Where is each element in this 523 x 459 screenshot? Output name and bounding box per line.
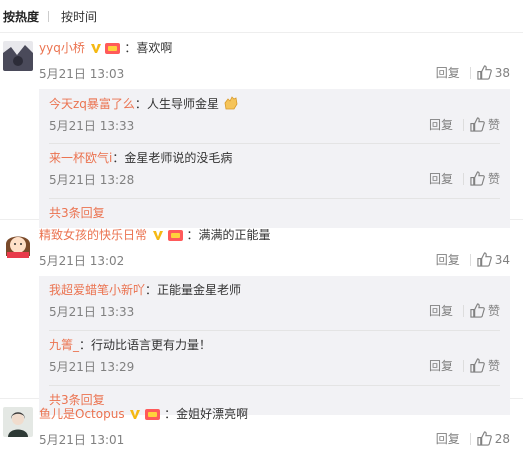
- like-count: 28: [494, 432, 510, 446]
- comment-time: 5月21日 13:01: [39, 433, 125, 447]
- reply-item: 今天zq暴富了么：人生导师金星 5月21日 13:33 回复 赞: [49, 89, 500, 144]
- reply-text: 行动比语言更有力量！: [91, 338, 212, 352]
- reply-list: 我超爱蜡笔小新吖：正能量金星老师 5月21日 13:33 回复 赞 九箐_：行动…: [39, 276, 510, 415]
- comment-text: 满满的正能量: [198, 228, 271, 242]
- reply-time: 5月21日 13:33: [49, 305, 135, 319]
- comment-username[interactable]: 鱼儿是Octopus: [39, 407, 125, 421]
- colon: ：: [164, 407, 177, 421]
- sort-divider: [48, 10, 50, 22]
- reply-time: 5月21日 13:33: [49, 119, 135, 133]
- sort-bar: 按热度 按时间: [0, 0, 523, 33]
- avatar[interactable]: [3, 228, 33, 258]
- comment-text: 金姐好漂亮啊: [176, 407, 249, 421]
- comment-username[interactable]: yyq小桥: [39, 41, 85, 55]
- like-button[interactable]: 赞: [470, 302, 500, 319]
- comment-time: 5月21日 13:02: [39, 254, 125, 268]
- reply-text: 正能量金星老师: [157, 283, 242, 297]
- avatar[interactable]: [3, 407, 33, 437]
- like-button[interactable]: 赞: [470, 116, 500, 133]
- comment-line: yyq小桥 ：喜欢啊: [39, 40, 523, 56]
- thumbs-up-icon: [470, 117, 485, 132]
- comment-meta: 5月21日 13:03 回复 38: [39, 64, 510, 82]
- colon: ：: [186, 228, 199, 242]
- reply-time: 5月21日 13:29: [49, 360, 135, 374]
- colon: ：: [112, 151, 125, 165]
- reply-item: 九箐_：行动比语言更有力量！ 5月21日 13:29 回复 赞: [49, 331, 500, 386]
- avatar[interactable]: [3, 41, 33, 71]
- clapping-hands-icon: [224, 96, 238, 110]
- like-label: 赞: [487, 359, 500, 373]
- colon: ：: [134, 97, 147, 111]
- action-divider: [469, 432, 471, 445]
- comment-page: 按热度 按时间 yyq小桥 ：喜欢啊 5月21日 13:03 回复 38 今天z…: [0, 0, 523, 447]
- reply-text: 人生导师金星: [146, 97, 219, 111]
- thumbs-up-icon: [470, 303, 485, 318]
- comment-item: 鱼儿是Octopus ：金姐好漂亮啊 5月21日 13:01 回复 28: [0, 399, 523, 459]
- action-divider: [469, 66, 471, 79]
- comment-time: 5月21日 13:03: [39, 67, 125, 81]
- reply-username[interactable]: 九箐_: [49, 338, 79, 352]
- colon: ：: [124, 41, 137, 55]
- reply-username[interactable]: 我超爱蜡笔小新吖: [49, 283, 145, 297]
- colon: ：: [145, 283, 158, 297]
- comment-item: 精致女孩的快乐日常 ：满满的正能量 5月21日 13:02 回复 34 我超爱蜡…: [0, 220, 523, 415]
- reply-item: 我超爱蜡笔小新吖：正能量金星老师 5月21日 13:33 回复 赞: [49, 276, 500, 331]
- thumbs-up-icon: [470, 358, 485, 373]
- reply-button[interactable]: 回复: [436, 64, 460, 81]
- like-button[interactable]: 赞: [470, 357, 500, 374]
- like-count: 34: [494, 253, 510, 267]
- thumbs-up-icon: [470, 171, 485, 186]
- reply-button[interactable]: 回复: [436, 430, 460, 447]
- like-button[interactable]: 28: [477, 431, 510, 446]
- verified-badge-icon: [130, 410, 141, 419]
- reply-username[interactable]: 今天zq暴富了么: [49, 97, 135, 111]
- thumbs-up-icon: [477, 431, 492, 446]
- thumbs-up-icon: [477, 65, 492, 80]
- reply-button[interactable]: 回复: [429, 357, 453, 374]
- like-count: 38: [494, 66, 510, 80]
- member-badge-icon: [105, 43, 121, 54]
- member-badge-icon: [145, 409, 161, 420]
- like-button[interactable]: 38: [477, 65, 510, 80]
- sort-by-time-tab[interactable]: 按时间: [61, 8, 97, 25]
- verified-badge-icon: [90, 44, 101, 53]
- action-divider: [462, 172, 464, 185]
- reply-button[interactable]: 回复: [429, 302, 453, 319]
- action-divider: [462, 359, 464, 372]
- like-button[interactable]: 赞: [470, 170, 500, 187]
- member-badge-icon: [167, 230, 183, 241]
- reply-time: 5月21日 13:28: [49, 173, 135, 187]
- reply-username[interactable]: 来一杯欧气i: [49, 151, 112, 165]
- like-label: 赞: [487, 172, 500, 186]
- action-divider: [469, 253, 471, 266]
- reply-button[interactable]: 回复: [429, 170, 453, 187]
- comment-actions: 回复 38: [436, 64, 510, 81]
- reply-item: 来一杯欧气i：金星老师说的没毛病 5月21日 13:28 回复 赞: [49, 144, 500, 199]
- comment-item: yyq小桥 ：喜欢啊 5月21日 13:03 回复 38 今天zq暴富了么：人生…: [0, 33, 523, 228]
- reply-text: 金星老师说的没毛病: [124, 151, 233, 165]
- reply-list: 今天zq暴富了么：人生导师金星 5月21日 13:33 回复 赞 来一杯欧气i：…: [39, 89, 510, 228]
- action-divider: [462, 304, 464, 317]
- thumbs-up-icon: [477, 252, 492, 267]
- like-button[interactable]: 34: [477, 252, 510, 267]
- like-label: 赞: [487, 304, 500, 318]
- sort-by-hot-tab[interactable]: 按热度: [3, 8, 39, 25]
- like-label: 赞: [487, 118, 500, 132]
- comment-text: 喜欢啊: [136, 41, 173, 55]
- reply-button[interactable]: 回复: [436, 251, 460, 268]
- action-divider: [462, 118, 464, 131]
- reply-button[interactable]: 回复: [429, 116, 453, 133]
- comment-username[interactable]: 精致女孩的快乐日常: [39, 228, 147, 242]
- colon: ：: [79, 338, 92, 352]
- verified-badge-icon: [152, 231, 163, 240]
